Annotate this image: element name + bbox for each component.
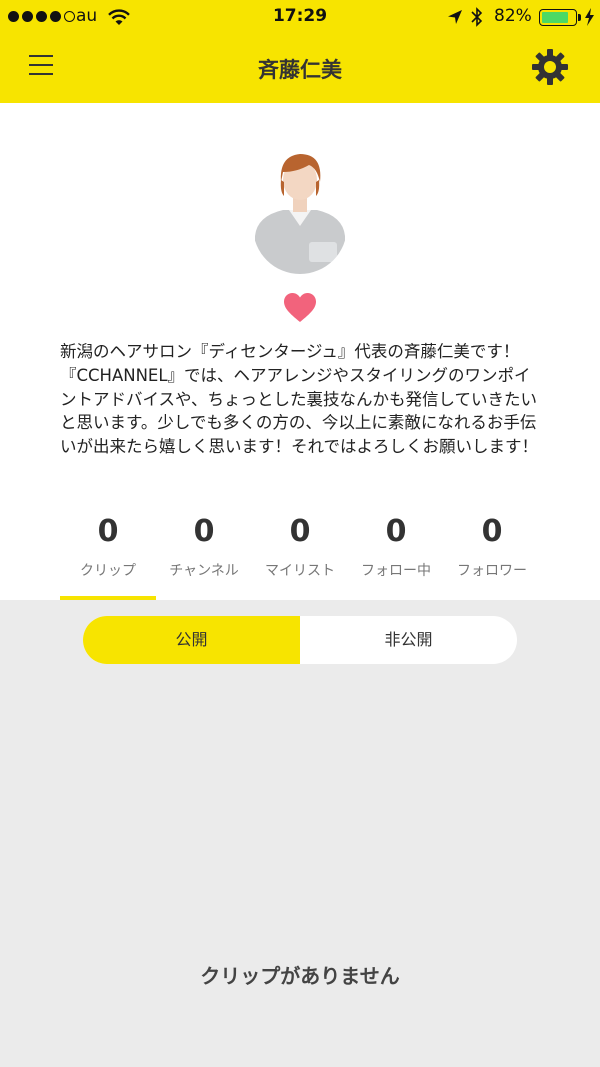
avatar[interactable] [253,150,347,274]
stat-tab-clips[interactable]: 0 クリップ [60,512,156,600]
location-arrow-icon [448,10,462,24]
stat-tab-followers[interactable]: 0 フォロワー [444,512,540,600]
battery-percent: 82% [494,6,532,26]
stat-label: チャンネル [169,563,239,579]
stat-value: 0 [97,514,119,549]
stat-tab-mylist[interactable]: 0 マイリスト [252,512,348,600]
stat-label: フォロー中 [361,563,431,579]
heart-icon[interactable] [283,292,317,323]
battery-level-fill [542,12,569,23]
profile-bio: 新潟のヘアサロン『ディセンタージュ』代表の斉藤仁美です！『CCHANNEL』では… [60,342,539,457]
battery-cap [578,14,581,21]
stat-value: 0 [481,514,503,549]
stat-tab-channels[interactable]: 0 チャンネル [156,512,252,600]
private-toggle-button[interactable]: 非公開 [300,616,517,664]
stat-label: マイリスト [265,563,335,579]
charging-bolt-icon [585,8,594,26]
empty-clips-message: クリップがありません [200,964,400,988]
gear-icon[interactable] [530,47,570,87]
status-bar: au 17:29 82% [0,0,600,34]
visibility-toggle: 公開 非公開 [83,616,517,664]
stat-label: フォロワー [457,563,527,579]
public-toggle-button[interactable]: 公開 [83,616,300,664]
stat-tab-following[interactable]: 0 フォロー中 [348,512,444,600]
profile-stats: 0 クリップ 0 チャンネル 0 マイリスト 0 フォロー中 0 フォロワー [60,512,540,600]
profile-section: 新潟のヘアサロン『ディセンタージュ』代表の斉藤仁美です！『CCHANNEL』では… [0,103,600,600]
stat-label: クリップ [80,563,136,579]
stat-value: 0 [385,514,407,549]
stat-value: 0 [193,514,215,549]
battery-icon [539,9,577,26]
bluetooth-icon [471,7,483,27]
page-title: 斉藤仁美 [258,58,342,82]
header: au 17:29 82% 斉藤仁美 [0,0,600,103]
stat-value: 0 [289,514,311,549]
